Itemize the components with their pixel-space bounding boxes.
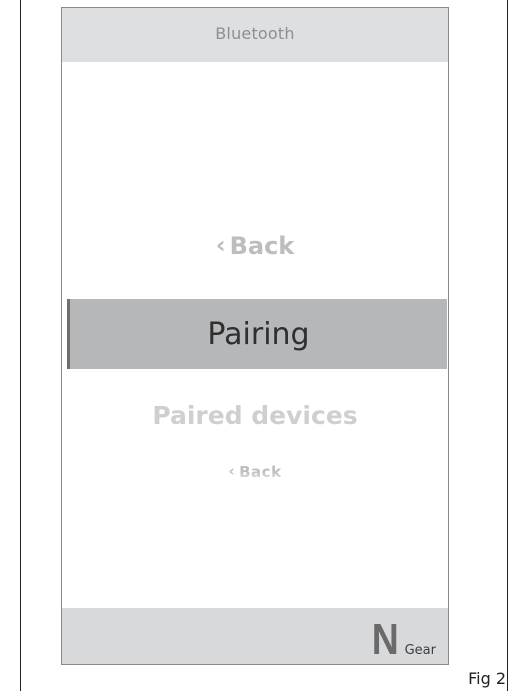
gear-indicator: N Gear: [367, 615, 436, 664]
screen-header: Bluetooth: [62, 8, 448, 62]
menu-item-pairing[interactable]: Pairing: [67, 299, 447, 369]
status-footer: N Gear: [62, 608, 448, 664]
menu-item-paired-devices-label: Paired devices: [152, 401, 358, 430]
device-screen: Bluetooth ‹ Back Pairing Paired devices ‹…: [61, 7, 449, 665]
figure-caption: Fig 2: [462, 669, 506, 689]
menu-item-paired-devices[interactable]: Paired devices: [62, 401, 448, 430]
menu-item-pairing-label: Pairing: [207, 316, 310, 352]
gear-label: Gear: [404, 643, 436, 658]
gear-value: N: [371, 615, 399, 664]
chevron-left-icon: ‹: [215, 231, 226, 259]
menu-item-back[interactable]: ‹ Back: [62, 231, 448, 260]
screen-title: Bluetooth: [215, 23, 295, 43]
menu-item-back-secondary-label: Back: [239, 463, 282, 481]
chevron-left-icon: ‹: [228, 462, 236, 480]
menu-item-back-secondary[interactable]: ‹ Back: [62, 462, 448, 485]
menu-item-back-label: Back: [229, 232, 295, 260]
